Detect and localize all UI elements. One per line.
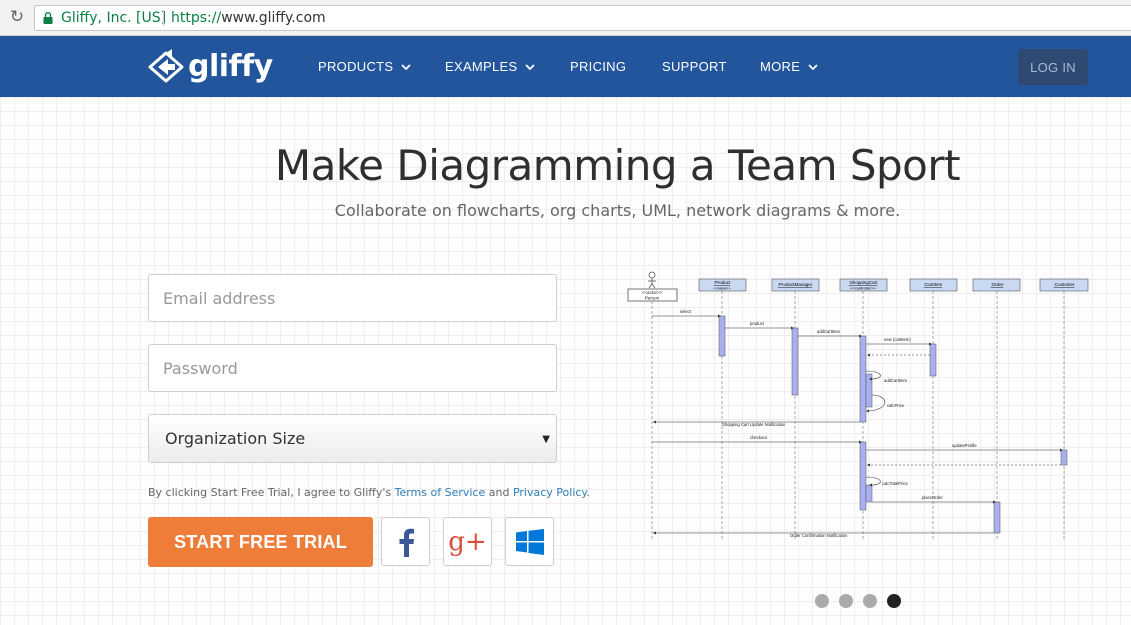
site-navbar: gliffy PRODUCTS EXAMPLES PRICING SUPPORT…: [0, 36, 1131, 97]
browser-toolbar: ↻ Gliffy, Inc. [US] https://www.gliffy.c…: [0, 0, 1131, 36]
terms-notice: By clicking Start Free Trial, I agree to…: [148, 486, 590, 499]
facebook-icon: [399, 528, 414, 557]
msg-updateprofile: updateProfile: [952, 443, 977, 448]
hero-section: Make Diagramming a Team Sport Collaborat…: [0, 97, 1131, 625]
terms-of-service-link[interactable]: Terms of Service: [395, 486, 486, 499]
lifeline-shoppingcart-stereotype: <<controller>>: [850, 286, 876, 291]
email-input[interactable]: [161, 274, 556, 322]
lifeline-productmanager: :ProductManager: [778, 282, 813, 287]
msg-addcartitem-self: addCartItem: [884, 378, 908, 383]
terms-suffix: .: [586, 486, 590, 499]
lifeline-product: :Product: [714, 280, 732, 285]
message-arrowheads: [653, 314, 1063, 535]
nav-more-label: MORE: [760, 59, 801, 74]
google-plus-icon: g+: [448, 526, 487, 557]
lock-icon: [43, 12, 53, 24]
message-arrows: [652, 315, 1061, 534]
carousel-dot-4[interactable]: [887, 594, 901, 608]
msg-calctotalprice: calcTotalPrice: [882, 481, 909, 486]
reload-icon[interactable]: ↻: [8, 8, 26, 26]
url-text[interactable]: https://www.gliffy.com: [171, 10, 326, 26]
actor-stereotype: <<actor>>: [642, 290, 663, 295]
nav-pricing-label: PRICING: [570, 59, 627, 74]
msg-checkout: checkout: [750, 435, 768, 440]
msg-product: product: [750, 321, 765, 326]
windows-icon: [515, 528, 544, 555]
site-identity[interactable]: Gliffy, Inc. [US]: [61, 10, 166, 26]
carousel-dot-1[interactable]: [815, 594, 829, 608]
msg-order-confirmation: Order Confirmation Notification: [790, 533, 848, 538]
windows-signin-button[interactable]: [505, 517, 554, 566]
nav-support[interactable]: SUPPORT: [662, 59, 727, 74]
lifeline-lines: [651, 291, 1065, 539]
lifeline-product-stereotype: <<view>>: [713, 286, 731, 291]
nav-products[interactable]: PRODUCTS: [318, 59, 411, 74]
nav-examples[interactable]: EXAMPLES: [445, 59, 536, 74]
lifeline-customer: :Customer: [1054, 282, 1075, 287]
terms-prefix: By clicking Start Free Trial, I agree to…: [148, 486, 395, 499]
msg-select: select: [680, 309, 692, 314]
msg-cart-update-notification: Shopping Cart Update Notification: [722, 422, 786, 427]
msg-calcprice: calcPrice: [887, 403, 905, 408]
lifeline-headers: :Product <<view>> :ProductManager :Shopp…: [698, 278, 1089, 292]
sequence-diagram-image: <<actor>> Person :Product <<view>> :Prod…: [627, 271, 1089, 539]
url-scheme: https://: [171, 10, 222, 26]
chevron-down-icon: [808, 63, 818, 70]
password-input[interactable]: [161, 344, 556, 392]
login-button[interactable]: LOG IN: [1018, 49, 1088, 85]
dropdown-arrow-icon: ▼: [542, 434, 550, 445]
lifeline-order: :Order: [991, 282, 1004, 287]
nav-pricing[interactable]: PRICING: [570, 59, 626, 74]
chevron-down-icon: [401, 63, 411, 70]
google-plus-signin-button[interactable]: g+: [443, 517, 492, 566]
organization-size-select[interactable]: Organization Size ▼: [148, 414, 557, 463]
gliffy-logo-icon: [148, 49, 184, 83]
logo-wordmark: gliffy: [188, 48, 273, 84]
nav-examples-label: EXAMPLES: [445, 59, 518, 74]
msg-new-cartitem: new (cartItem): [884, 337, 911, 342]
actor-name: Person: [645, 296, 660, 301]
carousel-indicators: [815, 594, 901, 608]
msg-addcartitem: addCartItem: [817, 329, 841, 334]
lifeline-cartitem: :CartItem: [924, 282, 943, 287]
facebook-signin-button[interactable]: [381, 517, 430, 566]
start-free-trial-button[interactable]: START FREE TRIAL: [148, 517, 373, 567]
actor-figure: <<actor>> Person: [627, 271, 678, 302]
page-title: Make Diagramming a Team Sport: [274, 141, 961, 190]
carousel-dot-2[interactable]: [839, 594, 853, 608]
nav-more[interactable]: MORE: [760, 59, 818, 74]
organization-size-value: Organization Size: [165, 429, 306, 448]
nav-support-label: SUPPORT: [662, 59, 727, 74]
page-subtitle: Collaborate on flowcharts, org charts, U…: [334, 201, 901, 220]
url-divider: [163, 10, 164, 26]
email-field[interactable]: [148, 274, 557, 322]
carousel-dot-3[interactable]: [863, 594, 877, 608]
lifeline-shoppingcart: :ShoppingCart: [849, 280, 879, 285]
privacy-policy-link[interactable]: Privacy Policy: [513, 486, 586, 499]
chevron-down-icon: [525, 63, 536, 70]
url-host: www.gliffy.com: [221, 10, 326, 26]
password-field[interactable]: [148, 344, 557, 392]
gliffy-logo[interactable]: gliffy: [148, 47, 273, 85]
terms-and: and: [485, 486, 513, 499]
address-bar[interactable]: Gliffy, Inc. [US] https://www.gliffy.com: [34, 5, 1131, 31]
nav-products-label: PRODUCTS: [318, 59, 394, 74]
msg-placeorder: placeOrder: [922, 495, 943, 500]
